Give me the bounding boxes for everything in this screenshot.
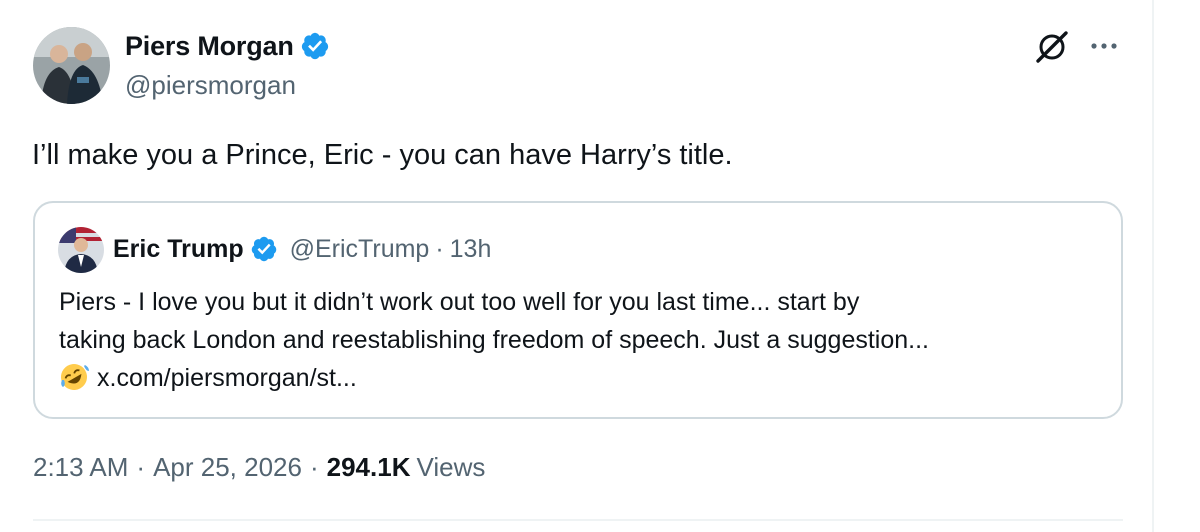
grok-button[interactable]	[1034, 30, 1070, 64]
verified-badge-icon[interactable]	[300, 31, 330, 61]
author-avatar[interactable]	[33, 27, 110, 104]
tweet-time[interactable]: 2:13 AM	[33, 452, 128, 483]
divider	[33, 519, 1123, 521]
author-handle[interactable]: @piersmorgan	[125, 70, 296, 101]
meta-separator: ·	[309, 452, 319, 482]
quoted-verified-badge-icon	[250, 235, 278, 263]
tweet: Piers Morgan @piersmorgan I’ll make you …	[0, 0, 1150, 532]
quoted-author-row: Eric Trump @EricTrump · 13h	[113, 233, 491, 265]
grok-icon	[1036, 31, 1068, 63]
tweet-meta: 2:13 AM · Apr 25, 2026 · 294.1K Views	[33, 452, 485, 483]
views-count[interactable]: 294.1K	[327, 452, 411, 483]
quoted-link[interactable]: x.com/piersmorgan/st...	[97, 364, 357, 392]
tweet-text: I’ll make you a Prince, Eric - you can h…	[32, 139, 733, 171]
quoted-author-handle: @EricTrump	[289, 234, 430, 263]
author-display-name[interactable]: Piers Morgan	[125, 31, 294, 62]
quoted-text-line: x.com/piersmorgan/st...	[59, 359, 1109, 397]
quoted-separator: ·	[435, 234, 444, 263]
more-button[interactable]	[1086, 32, 1122, 60]
meta-separator: ·	[136, 452, 146, 482]
quoted-author-name: Eric Trump	[113, 234, 244, 263]
author-name-row: Piers Morgan	[125, 30, 330, 62]
column-divider	[1152, 0, 1154, 532]
quoted-timestamp: 13h	[449, 234, 492, 263]
views-label: Views	[416, 452, 486, 482]
more-horizontal-icon	[1091, 43, 1117, 49]
tweet-date[interactable]: Apr 25, 2026	[153, 452, 302, 483]
quoted-text: Piers - I love you but it didn’t work ou…	[59, 283, 1109, 397]
quoted-tweet[interactable]: Eric Trump @EricTrump · 13h Piers - I lo…	[33, 201, 1123, 419]
quoted-author-avatar[interactable]	[58, 227, 104, 273]
rolling-on-floor-laughing-emoji-icon	[59, 362, 89, 392]
quoted-text-line: Piers - I love you but it didn’t work ou…	[59, 288, 860, 316]
quoted-text-line: taking back London and reestablishing fr…	[59, 326, 930, 354]
